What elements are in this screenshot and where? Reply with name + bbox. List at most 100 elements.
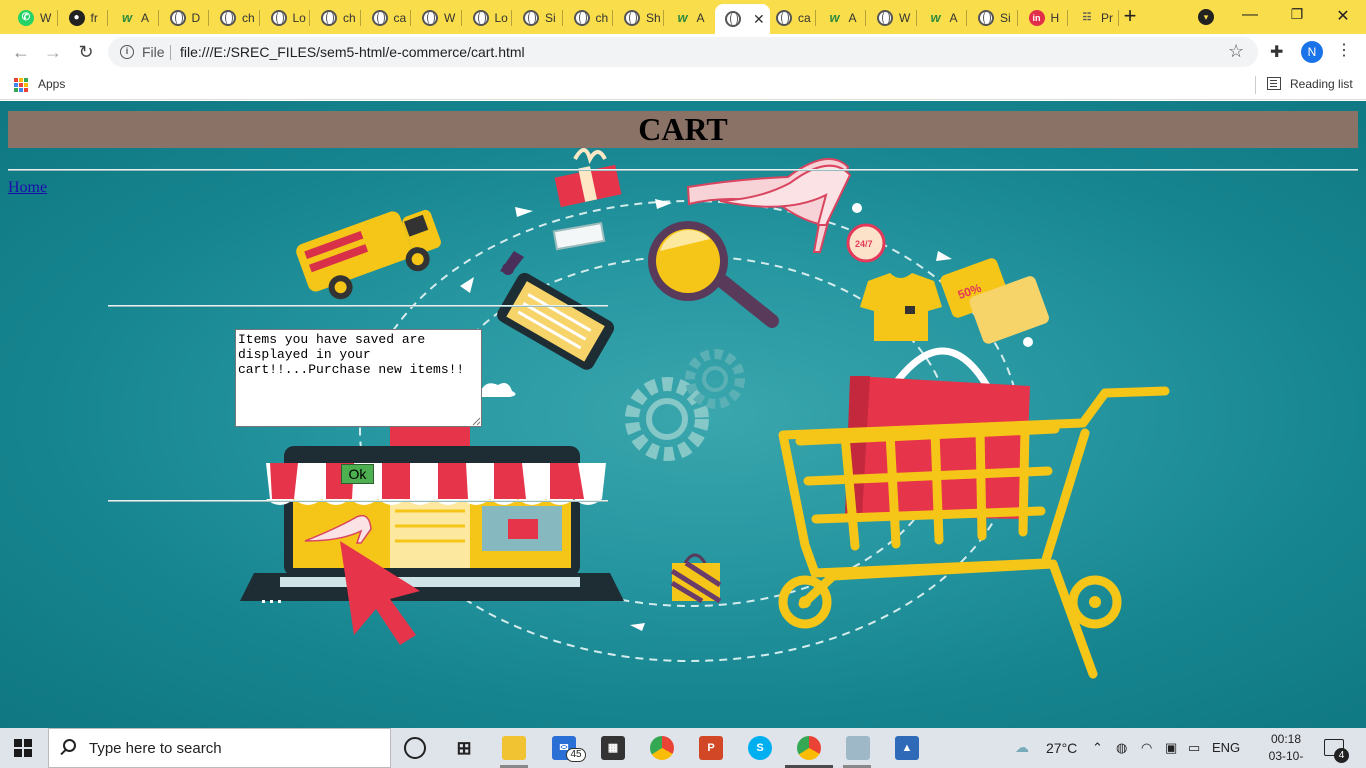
apps-bookmark[interactable]: Apps [38,77,65,91]
network-error-icon[interactable]: ◍ [1116,740,1127,756]
forward-button[interactable]: → [42,41,64,63]
home-link[interactable]: Home [8,179,47,197]
globe-icon [573,9,590,26]
powerpoint-icon[interactable]: P [699,736,723,760]
browser-tab[interactable]: wA [665,5,712,30]
system-clock[interactable]: 00:18 03-10-2021 [1262,731,1310,768]
info-icon[interactable]: i [120,45,134,59]
horizontal-rule [108,305,608,307]
reading-list-icon[interactable] [1267,77,1281,90]
browser-tab[interactable]: ✕ [715,4,770,34]
restore-button[interactable]: ❐ [1285,6,1309,26]
svg-text:24/7: 24/7 [855,239,873,249]
url-text[interactable]: file:///E:/SREC_FILES/sem5-html/e-commer… [180,44,525,60]
photos-icon[interactable]: ▲ [895,736,919,760]
browser-tab[interactable]: Lo [261,5,308,30]
browser-tab[interactable]: Sh [614,5,661,30]
browser-tab[interactable]: wA [918,5,965,30]
back-button[interactable]: ← [10,41,32,63]
tab-title: W [444,10,456,25]
tab-title: ch [595,10,609,25]
globe-icon [422,9,438,26]
battery-icon[interactable]: ▭ [1188,740,1200,756]
globe-icon [472,9,489,26]
notepad-icon[interactable] [846,736,870,760]
browser-tab[interactable]: ca [362,5,409,30]
scheme-chip[interactable]: File [142,44,165,60]
browser-tab[interactable]: W [412,5,459,30]
cart-message-textarea[interactable]: Items you have saved are displayed in yo… [235,329,482,427]
browser-tab[interactable]: Si [513,5,560,30]
apps-grid-icon[interactable] [14,78,28,92]
browser-tab[interactable]: wA [817,5,864,30]
browser-tab[interactable]: ☷ Pr [1069,5,1116,30]
language-indicator[interactable]: ENG [1212,740,1240,755]
tab-separator [966,10,967,26]
globe-icon [523,9,539,26]
browser-tab[interactable]: Si [968,5,1015,30]
chrome-profile-icon[interactable] [797,736,821,760]
browser-tab[interactable]: ch [311,5,358,30]
new-tab-button[interactable]: + [1118,5,1142,29]
resize-grip-icon[interactable] [472,417,481,426]
show-hidden-icons-icon[interactable]: ⌃ [1092,740,1103,756]
tab-title: D [191,10,201,25]
windows-start-icon[interactable] [14,739,32,757]
bookmark-star-icon[interactable]: ☆ [1228,41,1244,62]
browser-tab[interactable]: ch [564,5,611,30]
browser-tab[interactable]: ca [766,5,813,30]
task-view-icon[interactable]: ⊞ [452,736,476,760]
close-window-button[interactable]: ✕ [1331,6,1355,26]
chrome-icon[interactable] [650,736,674,760]
magnifier-icon [648,221,779,328]
tab-title: Sh [646,10,661,25]
extensions-icon[interactable]: ✚ [1270,42,1283,62]
reading-list-button[interactable]: Reading list [1290,77,1353,91]
bookmarks-bar: Apps Reading list [0,70,1366,100]
whatsapp-icon: ✆ [18,9,34,26]
file-explorer-icon[interactable] [502,736,526,760]
browser-tab[interactable]: Lo [463,5,510,30]
clock-time: 00:18 [1270,732,1302,746]
weather-temperature[interactable]: 27°C [1046,740,1077,756]
taskbar-search-box[interactable]: Type here to search [48,728,391,768]
browser-tab[interactable]: in H [1019,5,1066,30]
tab-separator [157,10,159,26]
browser-tab[interactable]: ch [210,5,257,30]
tab-separator [814,10,816,26]
browser-tab[interactable]: wA [109,5,156,30]
reload-button[interactable]: ↻ [75,41,97,63]
address-bar[interactable]: i File file:///E:/SREC_FILES/sem5-html/e… [108,37,1258,67]
skype-icon[interactable]: S [748,736,772,760]
tab-separator [511,10,512,26]
horizontal-rule [108,500,608,502]
tab-title: Pr [1101,10,1113,25]
tab-title: W [899,10,911,25]
profile-avatar[interactable]: N [1301,41,1323,63]
notification-count-badge: 4 [1334,748,1349,763]
gear-icon [625,349,745,461]
w3schools-icon: w [121,10,133,25]
weather-cloud-icon[interactable]: ☁ [1015,739,1029,756]
kebab-menu-icon[interactable]: ⋮ [1336,40,1352,60]
browser-tab[interactable]: W [867,5,914,30]
close-tab-icon[interactable]: ✕ [753,11,765,28]
wifi-icon[interactable]: ◠ [1141,740,1152,756]
globe-icon [978,9,994,26]
meet-now-icon[interactable]: ▣ [1165,740,1177,756]
tab-separator [56,10,58,26]
store-icon[interactable]: ▦ [601,736,625,760]
browser-tab[interactable]: D [160,5,207,30]
page-title: CART [8,111,1358,148]
browser-tab[interactable]: ✆ W [8,5,55,30]
minimize-button[interactable]: — [1238,6,1262,26]
smartphone-icon [497,272,615,370]
ok-button[interactable]: Ok [341,464,374,484]
browser-tab[interactable]: ● fr [59,5,106,30]
shopping-cart-illustration [778,347,1170,679]
tab-title: fr [90,10,98,25]
tab-separator [208,10,209,26]
tab-search-icon[interactable]: ▾ [1198,9,1214,25]
tab-title: Lo [494,10,508,25]
cortana-icon[interactable] [404,737,426,759]
